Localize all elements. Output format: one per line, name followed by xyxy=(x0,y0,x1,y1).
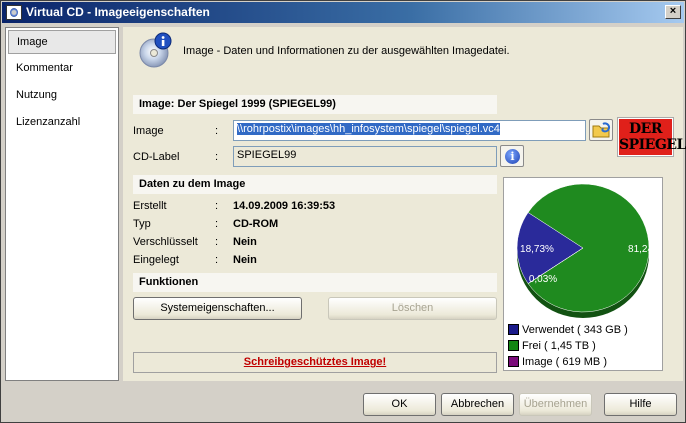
pie-chart: 18,73% 81,24% 0,03% xyxy=(516,183,662,318)
disk-usage-chart: 18,73% 81,24% 0,03% Verwendet ( 343 GB ) F… xyxy=(503,177,663,371)
content-panel: Image - Daten und Informationen zu der a… xyxy=(123,27,686,381)
cdlabel-info-button[interactable]: i xyxy=(500,145,524,167)
legend-swatch-image xyxy=(508,356,519,367)
pie-label-frei: 81,24% xyxy=(628,244,662,255)
image-path-field[interactable]: \\rohrpostix\images\hh_infosystem\spiege… xyxy=(233,120,586,141)
colon: : xyxy=(215,254,219,266)
folder-icon xyxy=(592,122,611,138)
inserted-label: Eingelegt xyxy=(133,254,179,266)
colon: : xyxy=(215,125,219,137)
window-title: Virtual CD - Imageeigenschaften xyxy=(26,5,210,19)
pie-label-verwendet: 18,73% xyxy=(520,244,554,255)
details-section-title: Daten zu dem Image xyxy=(133,175,497,194)
help-button[interactable]: Hilfe xyxy=(604,393,677,416)
pie-label-image: 0,03% xyxy=(529,274,557,285)
legend-free: Frei ( 1,45 TB ) xyxy=(508,340,596,354)
nav-item-nutzung[interactable]: Nutzung xyxy=(8,84,116,108)
der-spiegel-logo: DER SPIEGEL xyxy=(617,117,686,157)
functions-section-title: Funktionen xyxy=(133,273,497,292)
colon: : xyxy=(215,151,219,163)
image-label: Image xyxy=(133,125,164,137)
colon: : xyxy=(215,218,219,230)
created-label: Erstellt xyxy=(133,200,167,212)
header-description: Image - Daten und Informationen zu der a… xyxy=(183,45,510,57)
nav-item-image[interactable]: Image xyxy=(8,30,116,54)
legend-image: Image ( 619 MB ) xyxy=(508,356,607,370)
encrypted-value: Nein xyxy=(233,236,257,248)
apply-button[interactable]: Übernehmen xyxy=(519,393,592,416)
legend-label-used: Verwendet ( 343 GB ) xyxy=(522,324,628,336)
nav-item-lizenzanzahl[interactable]: Lizenzanzahl xyxy=(8,111,116,135)
nav-item-kommentar[interactable]: Kommentar xyxy=(8,57,116,81)
type-label: Typ xyxy=(133,218,151,230)
legend-used: Verwendet ( 343 GB ) xyxy=(508,324,628,338)
legend-swatch-used xyxy=(508,324,519,335)
cdlabel-field[interactable]: SPIEGEL99 xyxy=(233,146,497,167)
colon: : xyxy=(215,200,219,212)
cd-info-icon xyxy=(139,32,172,68)
inserted-value: Nein xyxy=(233,254,257,266)
info-icon: i xyxy=(505,149,520,164)
system-properties-button[interactable]: Systemeigenschaften... xyxy=(133,297,302,320)
type-value: CD-ROM xyxy=(233,218,279,230)
cdlabel-label: CD-Label xyxy=(133,151,180,163)
legend-label-free: Frei ( 1,45 TB ) xyxy=(522,340,596,352)
colon: : xyxy=(215,236,219,248)
ok-button[interactable]: OK xyxy=(363,393,436,416)
browse-image-button[interactable] xyxy=(589,119,613,141)
write-protected-notice: Schreibgeschütztes Image! xyxy=(133,352,497,373)
legend-label-image: Image ( 619 MB ) xyxy=(522,356,607,368)
cancel-button[interactable]: Abbrechen xyxy=(441,393,514,416)
logo-line-2: SPIEGEL xyxy=(619,137,686,153)
image-path-value: \\rohrpostix\images\hh_infosystem\spiege… xyxy=(237,123,500,135)
legend-swatch-free xyxy=(508,340,519,351)
created-value: 14.09.2009 16:39:53 xyxy=(233,200,336,212)
navigation-list: Image Kommentar Nutzung Lizenzanzahl xyxy=(5,27,119,381)
dialog-window: Virtual CD - Imageeigenschaften × Image … xyxy=(0,0,686,423)
write-protected-text[interactable]: Schreibgeschütztes Image! xyxy=(244,356,386,368)
logo-line-1: DER xyxy=(629,121,662,137)
delete-button[interactable]: Löschen xyxy=(328,297,497,320)
image-section-title: Image: Der Spiegel 1999 (SPIEGEL99) xyxy=(133,95,497,114)
virtual-cd-icon xyxy=(6,5,22,20)
close-button[interactable]: × xyxy=(665,5,681,19)
title-bar[interactable]: Virtual CD - Imageeigenschaften × xyxy=(2,2,684,23)
encrypted-label: Verschlüsselt xyxy=(133,236,198,248)
